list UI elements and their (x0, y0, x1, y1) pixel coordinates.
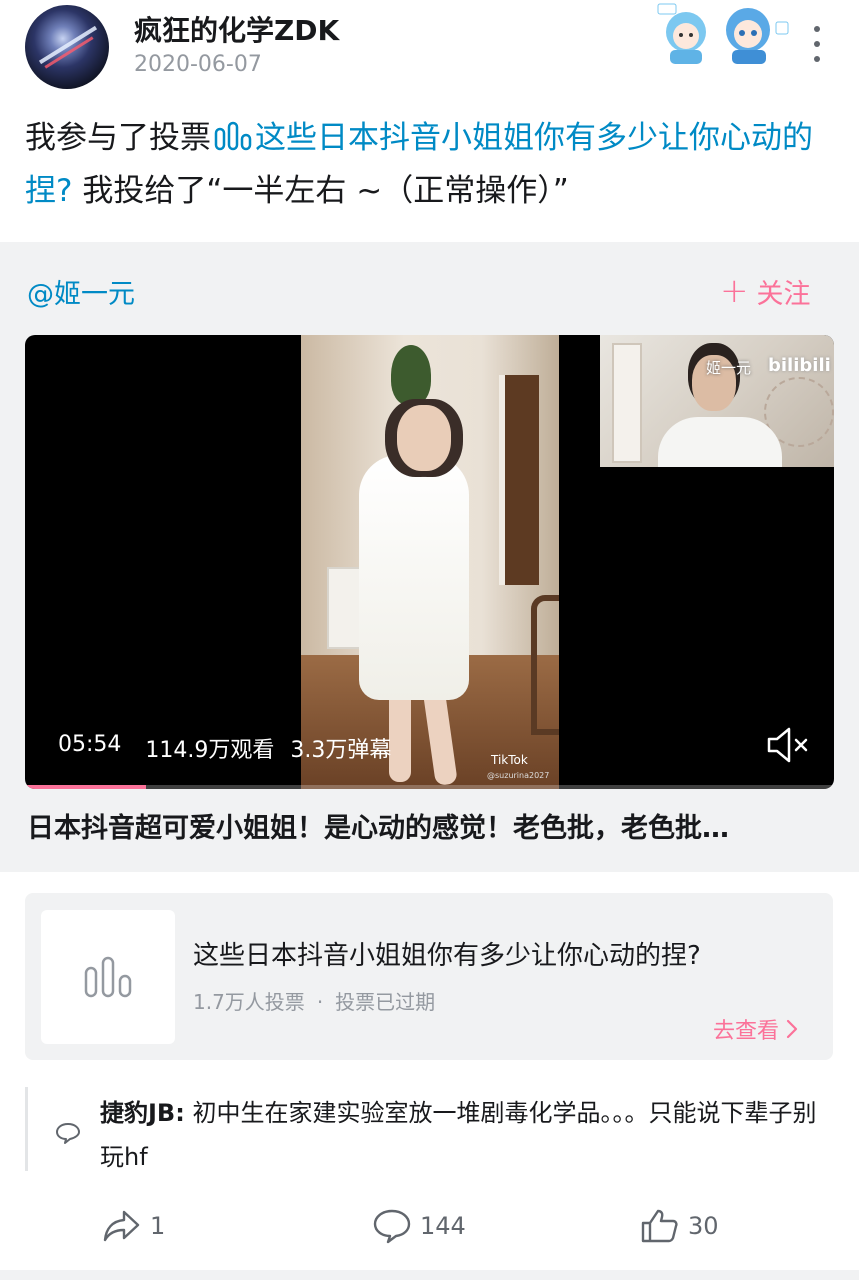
tiktok-watermark: TikTok (491, 753, 528, 767)
comment-bubble-icon (56, 1123, 80, 1144)
vote-count: 1.7万人投票 (193, 990, 305, 1014)
post-prefix: 我参与了投票 (25, 120, 211, 156)
post-date: 2020-06-07 (134, 52, 262, 77)
post-header: 疯狂的化学ZDK 2020-06-07 (0, 0, 859, 100)
vote-separator: · (316, 990, 324, 1014)
video-frame: TikTok @suzurina2027 (301, 335, 559, 789)
like-count: 30 (688, 1212, 719, 1240)
vote-card[interactable]: 这些日本抖音小姐姐你有多少让你心动的捏? 1.7万人投票 · 投票已过期 去查看 (25, 893, 833, 1060)
share-count: 1 (150, 1212, 166, 1240)
video-stats: 05:54 114.9万观看 3.3万弹幕 (58, 732, 391, 764)
bottom-divider (0, 1270, 859, 1280)
video-views: 114.9万观看 (145, 738, 275, 763)
follow-button[interactable]: + 关注 (720, 272, 811, 311)
video-progress-fill (25, 785, 147, 789)
share-button[interactable]: 1 (102, 1198, 165, 1254)
vote-icon (214, 121, 252, 151)
comment-body: 初中生在家建实验室放一堆剧毒化学品。。。只能说下辈子别玩hf (100, 1099, 817, 1171)
share-icon (103, 1210, 140, 1242)
avatar[interactable] (25, 5, 109, 89)
vote-meta: 1.7万人投票 · 投票已过期 (193, 986, 435, 1015)
vote-status: 投票已过期 (335, 990, 436, 1014)
picture-in-picture: 姬一元 bilibili (600, 335, 834, 467)
post-text: 我参与了投票 这些日本抖音小姐姐你有多少让你心动的捏? 我投给了“一半左右 ~（正… (25, 112, 835, 218)
video-title[interactable]: 日本抖音超可爱小姐姐！是心动的感觉！老色批，老色批… (27, 806, 832, 845)
like-button[interactable]: 30 (640, 1198, 719, 1254)
pip-name: 姬一元 (706, 359, 752, 377)
poll-icon (84, 956, 132, 998)
video-danmaku: 3.3万弹幕 (290, 738, 392, 763)
comment-count: 144 (420, 1212, 466, 1240)
comment-preview[interactable]: 捷豹JB: 初中生在家建实验室放一堆剧毒化学品。。。只能说下辈子别玩hf (25, 1087, 835, 1171)
comment-button[interactable]: 144 (372, 1198, 466, 1254)
video-progress-bar[interactable] (25, 785, 834, 789)
bilibili-logo: bilibili (768, 355, 831, 376)
view-vote-button[interactable]: 去查看 (713, 1013, 799, 1045)
thumbs-up-icon (641, 1209, 678, 1243)
chevron-right-icon (786, 1019, 798, 1039)
comment-icon (373, 1209, 411, 1244)
vote-thumbnail (41, 910, 175, 1044)
original-author[interactable]: @姬一元 (27, 272, 135, 311)
more-options-icon[interactable] (806, 26, 828, 62)
video-player[interactable]: TikTok @suzurina2027 姬一元 bilibili 05:54 … (25, 335, 834, 789)
video-duration: 05:54 (58, 732, 122, 757)
follow-label: 关注 (756, 279, 811, 310)
tiktok-handle: @suzurina2027 (487, 771, 550, 780)
mute-icon[interactable] (765, 725, 811, 765)
comment-author[interactable]: 捷豹JB: (100, 1099, 185, 1127)
username[interactable]: 疯狂的化学ZDK (134, 9, 339, 49)
comment-text: 捷豹JB: 初中生在家建实验室放一堆剧毒化学品。。。只能说下辈子别玩hf (100, 1091, 830, 1179)
repost-card[interactable]: @姬一元 + 关注 TikTok @suzurina2027 姬一元 bilib… (0, 242, 859, 872)
view-vote-label: 去查看 (713, 1019, 780, 1044)
vote-title: 这些日本抖音小姐姐你有多少让你心动的捏? (193, 941, 701, 971)
decoration-characters-icon[interactable] (656, 2, 790, 66)
action-bar: 1 144 30 (0, 1198, 859, 1254)
post-suffix: 我投给了“一半左右 ~（正常操作）” (82, 173, 569, 209)
plus-icon: + (720, 271, 749, 311)
